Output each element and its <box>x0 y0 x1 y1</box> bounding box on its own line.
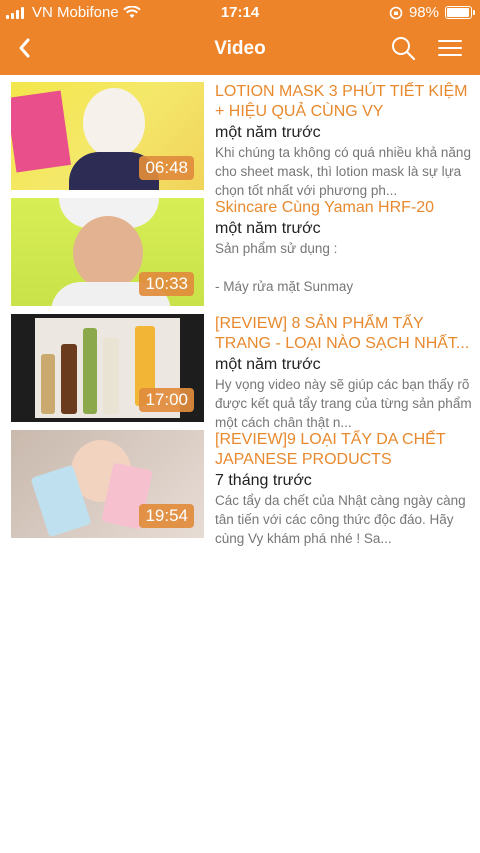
video-item[interactable]: 17:00 [REVIEW] 8 SẢN PHẨM TẨY TRANG - LO… <box>0 314 480 430</box>
app-header: VN Mobifone 17:14 98% Video <box>0 0 480 75</box>
video-title[interactable]: Skincare Cùng Yaman HRF-20 <box>215 198 473 218</box>
video-duration: 10:33 <box>139 272 194 296</box>
video-title[interactable]: [REVIEW] 8 SẢN PHẨM TẨY TRANG - LOẠI NÀO… <box>215 314 473 354</box>
video-date: 7 tháng trước <box>215 472 312 489</box>
video-date: một năm trước <box>215 220 321 237</box>
video-thumbnail[interactable]: 06:48 <box>11 82 204 190</box>
video-duration: 06:48 <box>139 156 194 180</box>
video-title[interactable]: [REVIEW]9 LOẠI TẨY DA CHẾT JAPANESE PROD… <box>215 430 473 470</box>
nav-bar: Video <box>0 26 480 72</box>
video-description: Sản phẩm sử dụng : - Máy rửa mặt Sunmay <box>215 241 354 294</box>
orientation-lock-icon <box>389 6 403 19</box>
video-item[interactable]: 19:54 [REVIEW]9 LOẠI TẨY DA CHẾT JAPANES… <box>0 430 480 546</box>
video-description: Khi chúng ta không có quá nhiều khả năng… <box>215 145 471 198</box>
video-description: Hy vọng video này sẽ giúp các bạn thấy r… <box>215 377 472 430</box>
battery-icon <box>445 6 475 19</box>
battery-percent: 98% <box>408 4 439 21</box>
video-date: một năm trước <box>215 356 321 373</box>
video-description: Các tẩy da chết của Nhật càng ngày càng … <box>215 493 466 546</box>
video-item[interactable]: 06:48 LOTION MASK 3 PHÚT TIẾT KIỆM + HIỆ… <box>0 82 480 198</box>
video-title[interactable]: LOTION MASK 3 PHÚT TIẾT KIỆM + HIỆU QUẢ … <box>215 82 473 122</box>
video-date: một năm trước <box>215 124 321 141</box>
video-thumbnail[interactable]: 10:33 <box>11 198 204 306</box>
video-thumbnail[interactable]: 17:00 <box>11 314 204 422</box>
video-duration: 19:54 <box>139 504 194 528</box>
video-duration: 17:00 <box>139 388 194 412</box>
video-thumbnail[interactable]: 19:54 <box>11 430 204 538</box>
video-list: 06:48 LOTION MASK 3 PHÚT TIẾT KIỆM + HIỆ… <box>0 82 480 546</box>
video-item[interactable]: 10:33 Skincare Cùng Yaman HRF-20 một năm… <box>0 198 480 314</box>
menu-icon[interactable] <box>437 37 463 59</box>
status-bar: VN Mobifone 17:14 98% <box>0 0 480 26</box>
search-icon[interactable] <box>390 35 416 61</box>
